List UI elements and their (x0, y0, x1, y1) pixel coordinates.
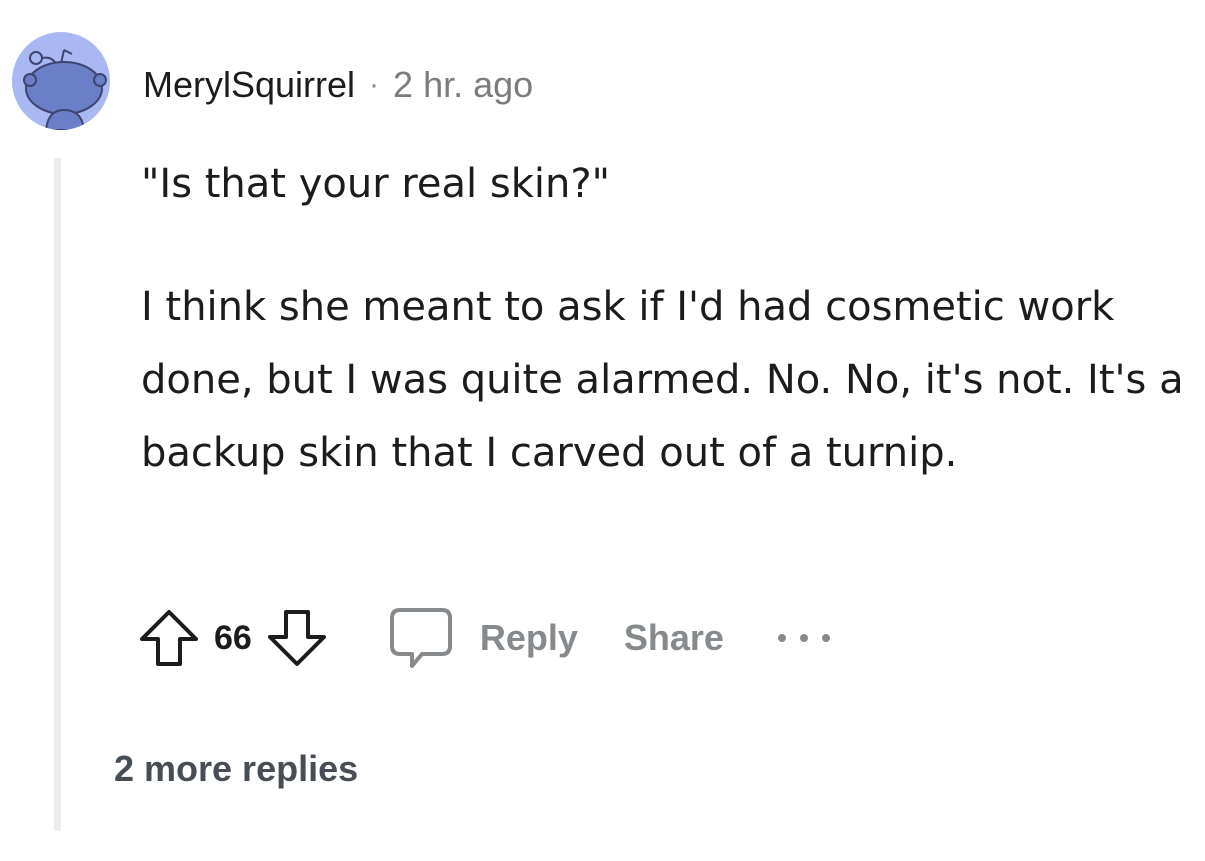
more-replies-link[interactable]: 2 more replies (114, 748, 358, 790)
downvote-button[interactable] (266, 608, 328, 668)
more-options-button[interactable] (774, 628, 834, 648)
reply-label[interactable]: Reply (480, 617, 578, 659)
upvote-arrow-icon (140, 610, 198, 666)
snoo-avatar-icon (23, 49, 107, 130)
username[interactable]: MerylSquirrel (143, 64, 355, 106)
upvote-button[interactable] (138, 608, 200, 668)
more-options-icon (777, 634, 830, 642)
comment-paragraph-main: I think she meant to ask if I'd had cosm… (141, 284, 1184, 476)
reply-button[interactable]: Reply (388, 604, 578, 672)
comment-paragraph-quote: "Is that your real skin?" (141, 161, 610, 207)
comment-body: "Is that your real skin?" I think she me… (141, 148, 1191, 490)
vote-count: 66 (214, 618, 252, 657)
share-button[interactable]: Share (624, 617, 724, 659)
thread-line[interactable] (54, 158, 61, 831)
comment-header: MerylSquirrel · 2 hr. ago (143, 60, 533, 110)
timestamp[interactable]: 2 hr. ago (393, 64, 533, 106)
separator-dot: · (369, 68, 380, 101)
downvote-arrow-icon (267, 610, 326, 666)
comment-action-bar: 66 Reply Share (138, 603, 834, 673)
user-avatar[interactable] (12, 32, 110, 130)
comment-bubble-icon (389, 608, 452, 668)
